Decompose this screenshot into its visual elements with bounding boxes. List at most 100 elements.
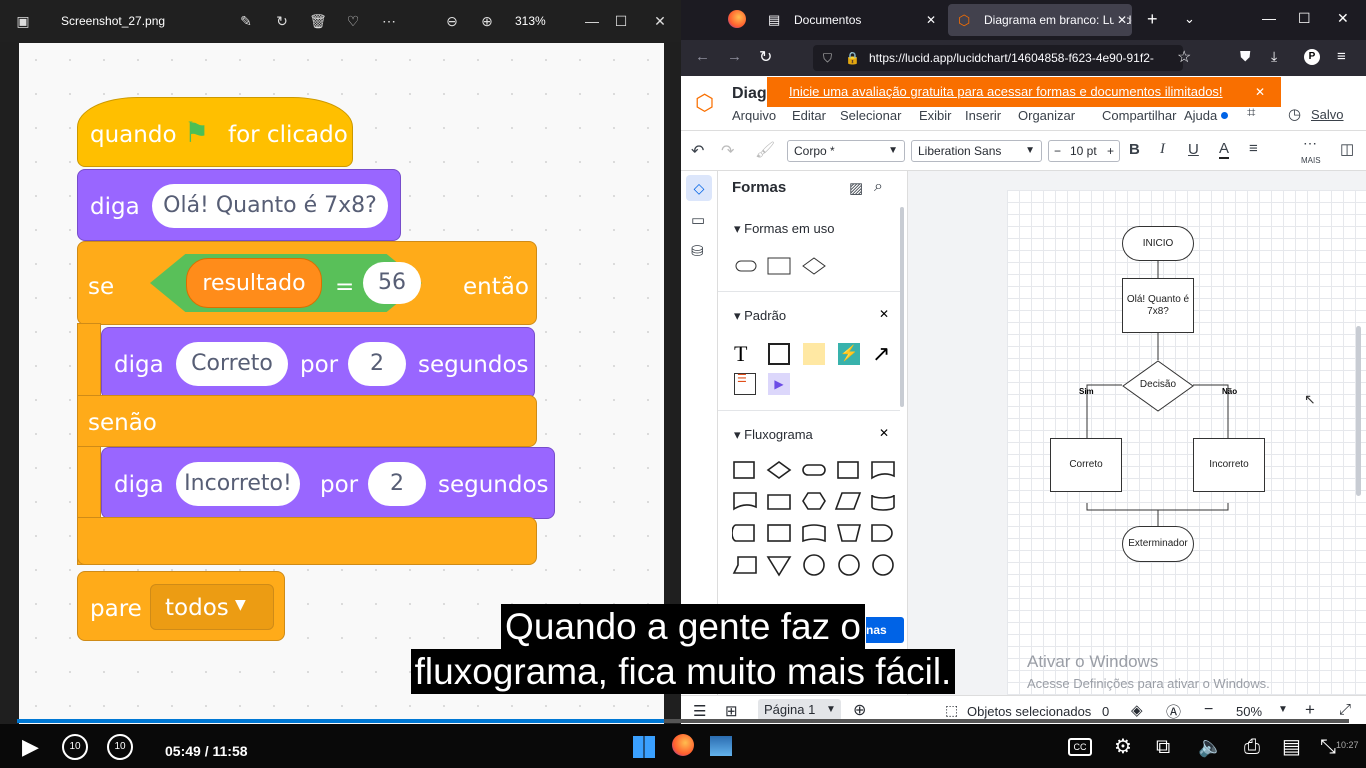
minimize-icon[interactable]: — (1262, 10, 1276, 26)
flow-node-ask[interactable]: Olá! Quanto é 7x8? (1122, 278, 1194, 333)
decision-shape[interactable] (802, 257, 826, 275)
close-icon[interactable]: ✕ (651, 12, 669, 30)
flow-document-icon[interactable] (871, 461, 895, 480)
align-icon[interactable]: ≡ (1249, 140, 1258, 157)
tab-documentos[interactable]: ▤ Documentos ✕ (758, 4, 946, 36)
flow-node-correct[interactable]: Correto (1050, 438, 1122, 492)
bold-icon[interactable]: B (1129, 141, 1140, 158)
zoom-out-icon[interactable]: − (1204, 701, 1213, 719)
menu-selecionar[interactable]: Selecionar (840, 108, 901, 123)
close-section-icon[interactable]: ✕ (879, 426, 889, 440)
more-icon[interactable]: ⋯ (1303, 135, 1317, 152)
account-icon[interactable]: P (1304, 49, 1320, 65)
menu-ajuda[interactable]: Ajuda (1184, 108, 1217, 123)
search-icon[interactable]: ⌕ (874, 178, 883, 196)
zoom-in-icon[interactable]: ⊕ (478, 12, 496, 30)
increase-icon[interactable]: + (1107, 141, 1114, 161)
firefox-icon[interactable] (728, 10, 746, 28)
flow-terminator-icon[interactable] (802, 464, 826, 476)
list-tabs-icon[interactable]: ⌄ (1184, 11, 1195, 27)
photos-taskbar-icon[interactable] (710, 736, 732, 756)
flow-multidoc-icon[interactable] (733, 492, 757, 511)
undo-icon[interactable]: ↶ (691, 141, 704, 161)
rectangle-shape-icon[interactable] (768, 343, 790, 365)
maximize-icon[interactable]: ☐ (1298, 10, 1311, 27)
play-icon[interactable]: ▶ (22, 735, 39, 759)
new-tab-icon[interactable]: + (1147, 9, 1158, 30)
flow-summing-icon[interactable] (872, 554, 894, 576)
note-shape-icon[interactable] (803, 343, 825, 365)
bookmark-star-icon[interactable]: ☆ (1177, 47, 1191, 67)
reload-icon[interactable]: ↻ (759, 47, 772, 67)
favorite-icon[interactable]: ♡ (344, 12, 362, 30)
document-title[interactable]: Diag (732, 85, 767, 103)
text-color-icon[interactable]: A (1219, 140, 1230, 159)
firefox-taskbar-icon[interactable] (672, 734, 694, 756)
font-select[interactable]: Liberation Sans ▼ (911, 140, 1042, 162)
video-shape-icon[interactable]: ▶ (768, 373, 790, 395)
forward-icon[interactable]: → (727, 48, 742, 65)
close-window-icon[interactable]: ✕ (1337, 10, 1349, 27)
playlist-icon[interactable]: ▤ (1282, 735, 1301, 759)
process-shape[interactable] (767, 257, 791, 275)
lucid-logo-icon[interactable]: ⬡ (695, 90, 714, 116)
data-icon[interactable]: ⛁ (691, 242, 704, 260)
skip-forward-icon[interactable]: 10 (107, 734, 133, 760)
miniplayer-icon[interactable]: ⧉ (1156, 735, 1170, 759)
flow-connector-icon[interactable] (803, 554, 825, 576)
delete-icon[interactable]: 🗑 (309, 12, 327, 30)
flow-preparation-icon[interactable] (802, 492, 826, 510)
back-icon[interactable]: ← (695, 48, 710, 65)
settings-gear-icon[interactable]: ⚙ (1114, 735, 1132, 759)
flow-or-icon[interactable] (838, 554, 860, 576)
add-page-icon[interactable]: ⊕ (853, 700, 866, 720)
menu-exibir[interactable]: Exibir (919, 108, 952, 123)
close-tab-icon[interactable]: ✕ (926, 4, 936, 36)
chevron-down-icon[interactable]: ▼ (1278, 704, 1288, 715)
canvas-scrollbar[interactable] (1356, 326, 1361, 496)
font-size-stepper[interactable]: − 10 pt + (1048, 140, 1120, 162)
flow-decision-icon[interactable] (766, 461, 792, 479)
zoom-in-icon[interactable]: + (1305, 700, 1315, 720)
close-section-icon[interactable]: ✕ (879, 307, 889, 321)
image-icon[interactable]: ▨ (849, 179, 863, 197)
menu-arquivo[interactable]: Arquivo (732, 108, 776, 123)
menu-organizar[interactable]: Organizar (1018, 108, 1075, 123)
font-size-value[interactable]: 10 pt (1070, 141, 1097, 161)
close-banner-icon[interactable]: ✕ (1255, 77, 1265, 107)
flow-node-end[interactable]: Exterminador (1122, 526, 1194, 562)
style-select[interactable]: Corpo * ▼ (787, 140, 905, 162)
close-tab-icon[interactable]: ✕ (1114, 4, 1128, 36)
redo-icon[interactable]: ↷ (721, 141, 734, 161)
section-flowchart[interactable]: ▾ Fluxograma (734, 427, 813, 443)
section-standard[interactable]: ▾ Padrão (734, 308, 786, 324)
page-tab[interactable]: Página 1 ▼ (758, 699, 841, 721)
url-bar[interactable]: ⛉ 🔒 https://lucid.app/lucidchart/1460485… (813, 45, 1183, 71)
history-icon[interactable]: ◷ (1288, 105, 1301, 123)
flow-internal-storage-icon[interactable] (767, 524, 791, 542)
zoom-level[interactable]: 50% (1236, 704, 1262, 719)
pocket-icon[interactable]: ⛊ (1240, 48, 1251, 65)
volume-icon[interactable]: 🔈 (1198, 735, 1223, 759)
arrow-shape-icon[interactable]: ↗ (872, 341, 890, 367)
tab-diagrama[interactable]: ⬡ Diagrama em branco: Lucidch ✕ (948, 4, 1132, 36)
panel-toggle-icon[interactable]: ◫ (1340, 140, 1354, 158)
page-list-icon[interactable]: ☰ (693, 702, 706, 720)
menu-compartilhar[interactable]: Compartilhar (1102, 108, 1176, 123)
more-label[interactable]: MAIS (1301, 156, 1321, 165)
captions-icon[interactable]: CC (1068, 738, 1092, 756)
page-grid-icon[interactable]: ⊞ (725, 702, 738, 720)
flow-stored-data-icon[interactable] (732, 524, 755, 542)
text-shape-icon[interactable]: T (734, 341, 747, 367)
skip-back-icon[interactable]: 10 (62, 734, 88, 760)
format-painter-icon[interactable]: 🖌 (755, 140, 775, 160)
menu-icon[interactable]: ≡ (1337, 48, 1346, 65)
flow-node-decision[interactable]: Decisão (1132, 377, 1184, 393)
terminator-shape[interactable] (735, 260, 757, 272)
underline-icon[interactable]: U (1188, 141, 1199, 158)
flow-node-incorrect[interactable]: Incorreto (1193, 438, 1265, 492)
italic-icon[interactable]: I (1160, 141, 1165, 158)
saved-status[interactable]: Salvo (1311, 107, 1344, 122)
menu-editar[interactable]: Editar (792, 108, 826, 123)
fullscreen-icon[interactable]: ⤢ (1339, 701, 1351, 718)
